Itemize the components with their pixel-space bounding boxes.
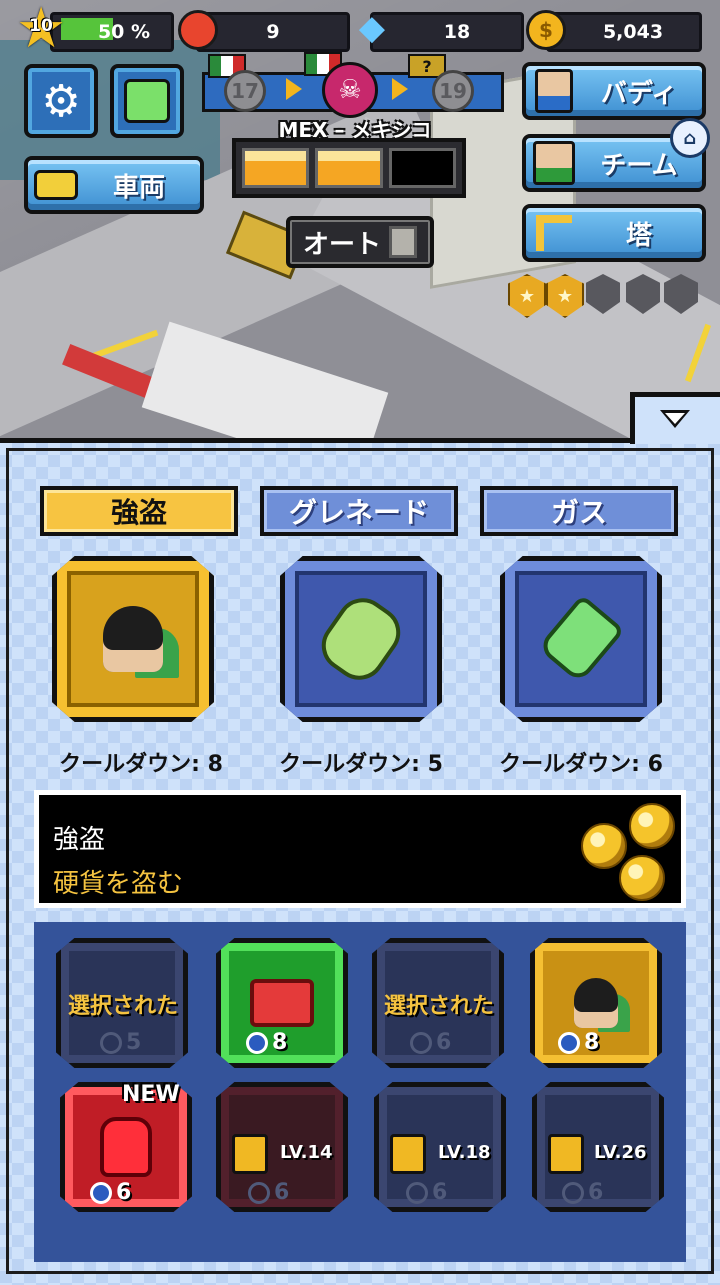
slot-timer: 8 — [558, 1030, 599, 1055]
vehicle-button[interactable]: 車両 — [24, 156, 204, 214]
buddy-button[interactable]: バディ — [522, 62, 706, 120]
arrow-icon — [392, 78, 408, 100]
selected-label: 選択された — [67, 994, 178, 1019]
team-icon — [532, 141, 576, 185]
auto-toggle[interactable]: オート — [286, 216, 434, 268]
coin-count: 5,043 — [602, 21, 664, 43]
gem-counter: 18 — [370, 12, 524, 52]
tower-button[interactable]: 塔 — [522, 204, 706, 262]
slot-timer: 6 — [562, 1180, 603, 1205]
stopwatch-icon — [410, 1031, 432, 1054]
xp-bar: 50 % — [50, 12, 174, 52]
token-count: 9 — [266, 21, 280, 43]
shop-button[interactable] — [110, 64, 184, 138]
slot-timer: 6 — [248, 1180, 289, 1205]
coin-icon: $ — [526, 10, 566, 50]
vehicle-label: 車両 — [112, 172, 165, 203]
arrow-icon — [286, 78, 302, 100]
cooldown-grenade: クールダウン: 5 — [279, 752, 443, 777]
player-level: 10 — [29, 16, 53, 36]
boss-icon: ☠ — [322, 62, 378, 118]
buddy-icon — [532, 69, 576, 113]
gear-icon: ⚙ — [41, 75, 81, 127]
cooldown-gas: クールダウン: 6 — [499, 752, 663, 777]
stopwatch-icon — [558, 1031, 580, 1054]
stage-segment-filled — [315, 148, 383, 188]
tab-gas[interactable]: ガス — [480, 486, 678, 536]
stage-progress — [232, 138, 466, 198]
lock-icon — [390, 1134, 426, 1174]
lock-icon — [548, 1134, 584, 1174]
slot-timer: 6 — [410, 1030, 451, 1055]
skill-card-robbery[interactable] — [52, 556, 214, 722]
tab-grenade[interactable]: グレネード — [260, 486, 458, 536]
selected-label: 選択された — [383, 994, 494, 1019]
stopwatch-icon — [562, 1181, 584, 1204]
slot-timer: 8 — [246, 1030, 287, 1055]
unlock-level: LV.14 — [280, 1142, 333, 1163]
skill-card-grenade[interactable] — [280, 556, 442, 722]
stopwatch-icon — [406, 1181, 428, 1204]
description-title: 強盗 — [53, 825, 106, 855]
stopwatch-icon — [90, 1181, 112, 1204]
home-icon[interactable]: ⌂ — [670, 118, 710, 158]
xp-text: 50 % — [97, 21, 151, 43]
diamond-icon: ◆ — [358, 8, 386, 48]
toolbox-icon — [250, 979, 314, 1027]
gem-count: 18 — [443, 21, 471, 43]
skill-description: 強盗 硬貨を盗む — [34, 790, 686, 908]
token-icon — [178, 10, 218, 50]
new-tag: NEW — [122, 1082, 180, 1107]
stage-segment-filled — [242, 148, 310, 188]
coin-icon — [581, 823, 627, 869]
next-level: 19 — [432, 70, 474, 112]
unlock-level: LV.18 — [438, 1142, 491, 1163]
auto-checkbox[interactable] — [389, 226, 417, 258]
previous-level: 17 — [224, 70, 266, 112]
coin-icon — [619, 855, 665, 901]
unlock-level: LV.26 — [594, 1142, 647, 1163]
stopwatch-icon — [248, 1181, 270, 1204]
stage-segment-empty — [388, 148, 456, 188]
cooldown-robbery: クールダウン: 8 — [59, 752, 223, 777]
description-subtitle: 硬貨を盗む — [53, 869, 184, 899]
token-counter: 9 — [196, 12, 350, 52]
tab-robbery[interactable]: 強盗 — [40, 486, 238, 536]
boxing-glove-icon — [100, 1117, 152, 1177]
shopping-bag-icon — [124, 79, 170, 123]
chevron-down-icon[interactable] — [660, 410, 690, 428]
thief-icon — [95, 596, 171, 682]
thief-icon — [574, 978, 618, 1028]
grenade-icon — [311, 588, 411, 690]
lock-icon — [232, 1134, 268, 1174]
tower-label: 塔 — [625, 220, 652, 251]
auto-label: オート — [302, 229, 381, 260]
stopwatch-icon — [246, 1031, 268, 1054]
slot-timer: 5 — [100, 1030, 141, 1055]
crane-icon — [532, 211, 576, 255]
skill-card-gas[interactable] — [500, 556, 662, 722]
taxi-icon — [34, 163, 78, 207]
coin-counter: 5,043 — [546, 12, 702, 52]
stopwatch-icon — [100, 1031, 122, 1054]
buddy-label: バディ — [600, 78, 678, 109]
building — [141, 321, 389, 440]
slot-timer: 6 — [406, 1180, 447, 1205]
gas-bottle-icon — [537, 594, 625, 684]
settings-button[interactable]: ⚙ — [24, 64, 98, 138]
slot-timer: 6 — [90, 1180, 131, 1205]
coin-icon — [629, 803, 675, 849]
